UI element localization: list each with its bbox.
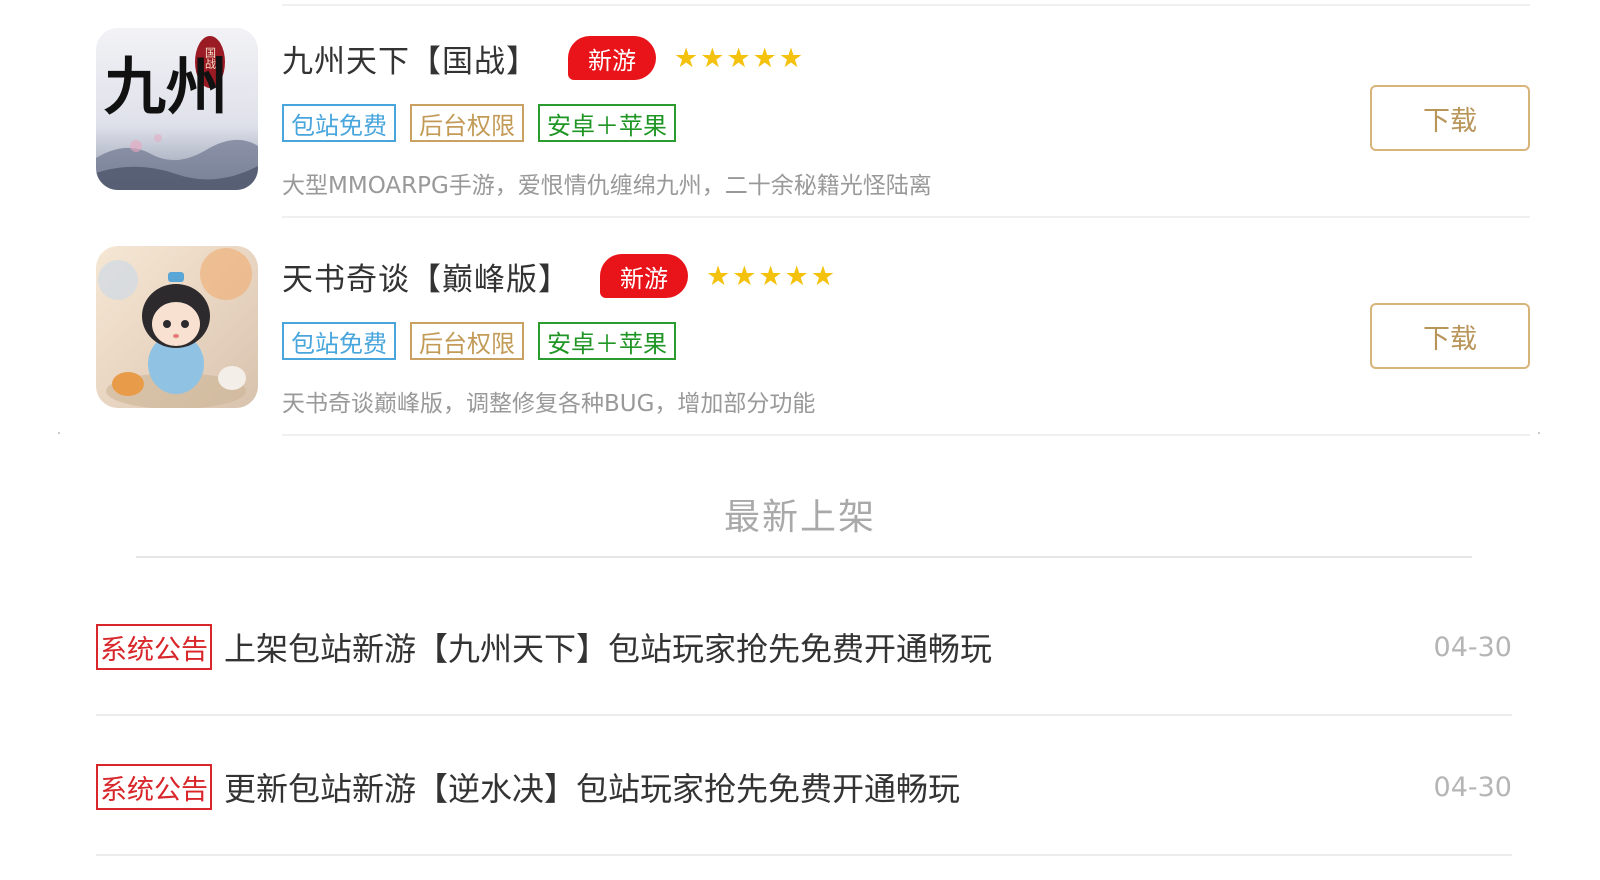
new-game-badge: 新游 xyxy=(568,36,656,80)
top-divider xyxy=(282,4,1530,6)
notice-divider xyxy=(96,854,1512,856)
star-icon: ★ xyxy=(706,260,731,292)
star-icon: ★ xyxy=(700,42,725,74)
decorative-dot xyxy=(58,432,60,434)
download-button[interactable]: 下载 xyxy=(1370,85,1530,151)
game-description: 天书奇谈巅峰版，调整修复各种BUG，增加部分功能 xyxy=(282,391,816,417)
star-icon: ★ xyxy=(784,260,809,292)
game-item-jiuzhou[interactable]: 国战 九州 九州天下【国战】 新游 ★ ★ ★ ★ ★ 包站免费 后台权限 安卓… xyxy=(96,28,1530,218)
star-icon: ★ xyxy=(732,260,757,292)
game-tags: 包站免费 后台权限 安卓＋苹果 xyxy=(282,104,676,142)
game-title[interactable]: 天书奇谈【巅峰版】 xyxy=(282,254,570,299)
tag-free: 包站免费 xyxy=(282,322,396,360)
star-icon: ★ xyxy=(726,42,751,74)
star-icon: ★ xyxy=(674,42,699,74)
row-divider xyxy=(282,434,1530,436)
row-divider xyxy=(282,216,1530,218)
decorative-dot xyxy=(1538,432,1540,434)
notice-link[interactable]: 更新包站新游【逆水决】包站玩家抢先免费开通畅玩 xyxy=(224,764,960,810)
notice-item[interactable]: 系统公告 更新包站新游【逆水决】包站玩家抢先免费开通畅玩 04-30 xyxy=(96,762,1512,812)
new-game-badge: 新游 xyxy=(600,254,688,298)
notice-date: 04-30 xyxy=(1433,631,1512,663)
tag-free: 包站免费 xyxy=(282,104,396,142)
notice-tag: 系统公告 xyxy=(96,624,212,670)
notice-item[interactable]: 系统公告 上架包站新游【九州天下】包站玩家抢先免费开通畅玩 04-30 xyxy=(96,622,1512,672)
tag-admin: 后台权限 xyxy=(410,104,524,142)
star-icon: ★ xyxy=(758,260,783,292)
game-icon-tianshu[interactable] xyxy=(96,246,258,408)
section-divider xyxy=(136,556,1472,558)
notice-date: 04-30 xyxy=(1433,771,1512,803)
star-icon: ★ xyxy=(810,260,836,292)
star-icon: ★ xyxy=(752,42,777,74)
download-button[interactable]: 下载 xyxy=(1370,303,1530,369)
game-tags: 包站免费 后台权限 安卓＋苹果 xyxy=(282,322,676,360)
notice-link[interactable]: 上架包站新游【九州天下】包站玩家抢先免费开通畅玩 xyxy=(224,624,992,670)
rating-stars: ★ ★ ★ ★ ★ xyxy=(706,263,835,290)
game-icon-jiuzhou[interactable]: 国战 九州 xyxy=(96,28,258,190)
rating-stars: ★ ★ ★ ★ ★ xyxy=(674,45,803,72)
game-item-tianshu[interactable]: 天书奇谈【巅峰版】 新游 ★ ★ ★ ★ ★ 包站免费 后台权限 安卓＋苹果 天… xyxy=(96,246,1530,436)
game-title[interactable]: 九州天下【国战】 xyxy=(282,36,538,81)
tag-admin: 后台权限 xyxy=(410,322,524,360)
game-title-line: 九州天下【国战】 新游 ★ ★ ★ ★ ★ xyxy=(282,34,803,82)
section-title-latest: 最新上架 xyxy=(723,497,876,538)
tag-platform: 安卓＋苹果 xyxy=(538,322,676,360)
icon-calligraphy-text: 九州 xyxy=(104,50,228,123)
game-description: 大型MMOARPG手游，爱恨情仇缠绵九州，二十余秘籍光怪陆离 xyxy=(282,173,932,199)
tag-platform: 安卓＋苹果 xyxy=(538,104,676,142)
notice-tag: 系统公告 xyxy=(96,764,212,810)
game-title-line: 天书奇谈【巅峰版】 新游 ★ ★ ★ ★ ★ xyxy=(282,252,835,300)
notice-divider xyxy=(96,714,1512,716)
star-icon: ★ xyxy=(778,42,804,74)
